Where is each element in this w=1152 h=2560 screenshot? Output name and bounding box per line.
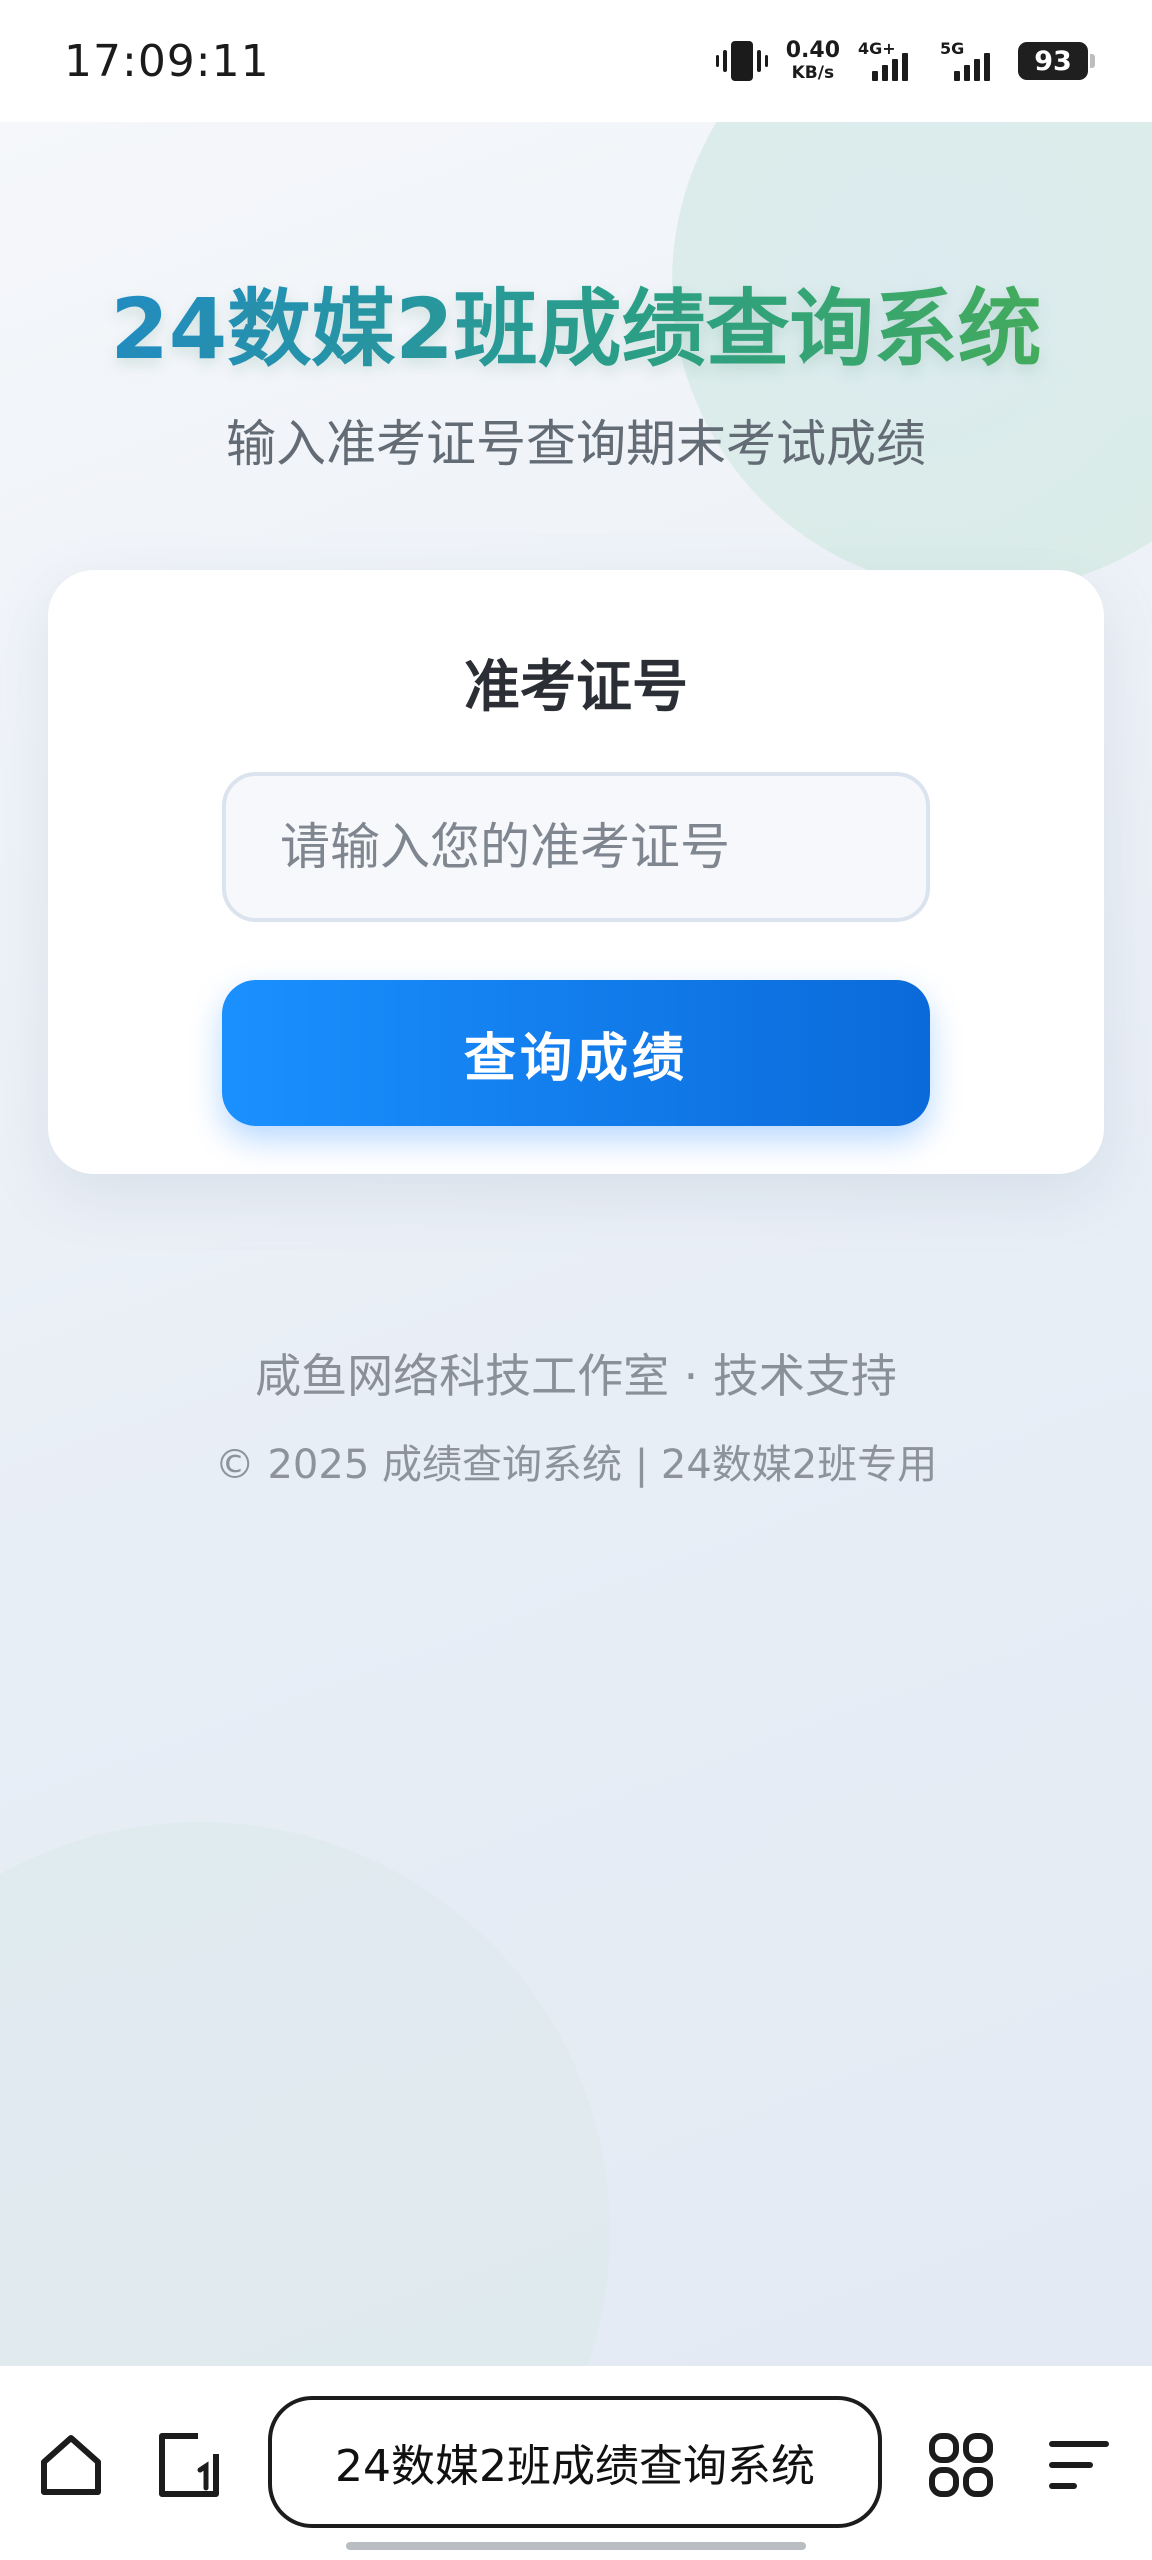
menu-icon[interactable] xyxy=(1044,2430,1114,2500)
home-icon[interactable] xyxy=(36,2430,106,2500)
network-speed-value: 0.40 xyxy=(785,38,840,63)
signal-5g-icon: 5G xyxy=(940,39,1000,81)
ticket-number-label: 准考证号 xyxy=(464,655,688,720)
status-time: 17:09:11 xyxy=(64,35,270,87)
battery-icon: 93 xyxy=(1018,42,1095,80)
footer-copyright: © 2025 成绩查询系统 | 24数媒2班专用 xyxy=(214,1442,938,1488)
battery-level: 93 xyxy=(1034,45,1072,77)
page-title: 24数媒2班成绩查询系统 xyxy=(0,262,1152,383)
signal-4g-icon: 4G+ xyxy=(858,39,922,81)
network-speed-unit: KB/s xyxy=(791,63,835,83)
page-content: 24数媒2班成绩查询系统 输入准考证号查询期末考试成绩 准考证号 查询成绩 咸鱼… xyxy=(0,122,1152,2366)
apps-grid-icon[interactable] xyxy=(926,2430,996,2500)
decorative-circle-bottom xyxy=(0,1822,610,2366)
address-bar[interactable]: 24数媒2班成绩查询系统 xyxy=(268,2396,882,2528)
network-speed: 0.40 KB/s xyxy=(786,40,840,82)
vibrate-icon xyxy=(715,41,768,81)
tabs-icon[interactable] xyxy=(154,2430,224,2500)
query-card: 准考证号 查询成绩 xyxy=(48,570,1104,1174)
query-score-button[interactable]: 查询成绩 xyxy=(222,980,930,1126)
ticket-number-input[interactable] xyxy=(222,772,930,922)
gesture-home-indicator[interactable] xyxy=(346,2542,806,2550)
browser-bottom-bar: 24数媒2班成绩查询系统 xyxy=(0,2366,1152,2560)
address-bar-title: 24数媒2班成绩查询系统 xyxy=(335,2441,815,2492)
status-icons: 0.40 KB/s 4G+ 5G 93 xyxy=(715,39,1095,83)
signal-5g-label: 5G xyxy=(940,39,965,58)
status-bar: 17:09:11 0.40 KB/s 4G+ 5G 93 xyxy=(0,0,1152,122)
footer-credit: 咸鱼网络科技工作室 · 技术支持 xyxy=(255,1349,897,1403)
signal-4g-label: 4G+ xyxy=(858,39,896,58)
page-subtitle: 输入准考证号查询期末考试成绩 xyxy=(226,415,926,473)
